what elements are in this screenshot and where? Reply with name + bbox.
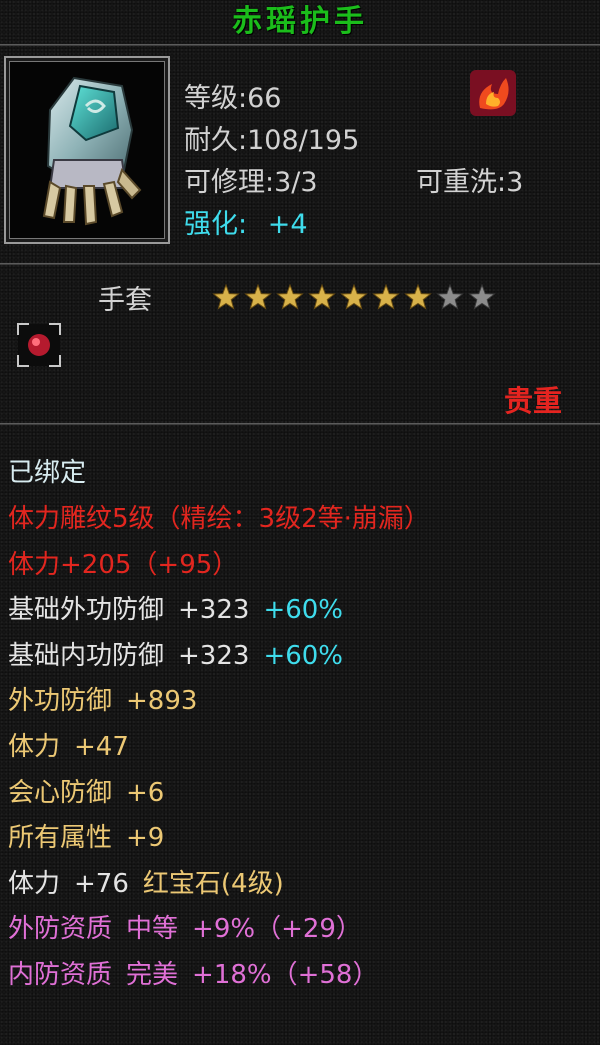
attribute-text: 基础外功防御: [8, 595, 165, 626]
attribute-row: 内防资质 完美 +18%（+58）: [8, 958, 378, 992]
divider: [0, 423, 600, 425]
star-filled: [340, 283, 368, 310]
attribute-text: +893: [126, 686, 198, 717]
attribute-row: 外功防御 +893: [8, 684, 197, 718]
attribute-text: +60%: [263, 595, 344, 626]
flame-icon[interactable]: [470, 70, 516, 116]
star-filled: [212, 283, 240, 310]
divider: [0, 44, 600, 46]
attribute-row: 所有属性 +9: [8, 821, 164, 855]
attribute-text: 外功防御: [8, 686, 113, 717]
attribute-text: +323: [178, 640, 250, 671]
star-rating: [212, 283, 496, 310]
attribute-row: 体力 +47: [8, 730, 129, 764]
star-filled: [308, 283, 336, 310]
attribute-text: +6: [126, 777, 165, 808]
attribute-text: 体力雕纹5级（精绘：3级2等·崩漏）: [8, 504, 430, 534]
attribute-text: +9%（+29）: [192, 914, 362, 945]
attribute-text: 体力: [8, 732, 61, 762]
attribute-text: +47: [74, 732, 129, 762]
attribute-text: 外防资质: [8, 914, 113, 945]
star-empty: [436, 283, 464, 310]
attribute-row: 基础内功防御 +323 +60%: [8, 639, 343, 673]
item-durability: 耐久:108/195: [184, 125, 360, 156]
attribute-text: +60%: [263, 640, 344, 671]
attribute-text: 会心防御: [8, 777, 113, 808]
attribute-text: 基础内功防御: [8, 640, 165, 671]
item-slot-type: 手套: [98, 285, 152, 316]
star-filled: [404, 283, 432, 310]
attribute-text: +9: [126, 823, 165, 854]
ruby-gem-icon[interactable]: [17, 323, 61, 367]
attribute-text: +323: [178, 595, 250, 626]
rarity-label: 贵重: [504, 384, 563, 418]
gauntlet-icon: [42, 76, 142, 226]
attribute-text: 内防资质: [8, 960, 113, 990]
enhance-value: +4: [267, 209, 308, 240]
attribute-text: 红宝石(4级): [142, 868, 284, 899]
attribute-text: 体力+205（+95）: [8, 549, 239, 580]
attribute-row: 体力雕纹5级（精绘：3级2等·崩漏）: [8, 502, 430, 536]
attribute-row: 外防资质 中等 +9%（+29）: [8, 912, 362, 946]
attribute-row: 体力 +76 红宝石(4级): [8, 867, 284, 901]
attribute-text: +18%（+58）: [192, 960, 379, 990]
item-enhance: 强化: +4: [184, 202, 308, 241]
attribute-row: 会心防御 +6: [8, 776, 164, 810]
attribute-row: 体力+205（+95）: [8, 548, 238, 582]
divider: [0, 263, 600, 265]
item-level: 等级:66: [184, 83, 282, 114]
attribute-text: 所有属性: [8, 823, 113, 854]
star-filled: [372, 283, 400, 310]
item-icon-frame[interactable]: [4, 56, 170, 244]
attribute-text: 中等: [126, 914, 179, 945]
attribute-text: 体力: [8, 868, 61, 899]
attribute-text: +76: [74, 868, 129, 899]
attribute-text: 完美: [126, 960, 179, 990]
attribute-row: 基础外功防御 +323 +60%: [8, 593, 343, 627]
star-filled: [244, 283, 272, 310]
item-rewash-count: 可重洗:3: [416, 167, 524, 198]
enhance-label: 强化:: [184, 209, 248, 240]
bound-status: 已绑定: [8, 458, 87, 488]
star-empty: [468, 283, 496, 310]
star-filled: [276, 283, 304, 310]
item-name: 赤瑶护手: [232, 4, 368, 39]
item-repair-count: 可修理:3/3: [184, 167, 318, 198]
